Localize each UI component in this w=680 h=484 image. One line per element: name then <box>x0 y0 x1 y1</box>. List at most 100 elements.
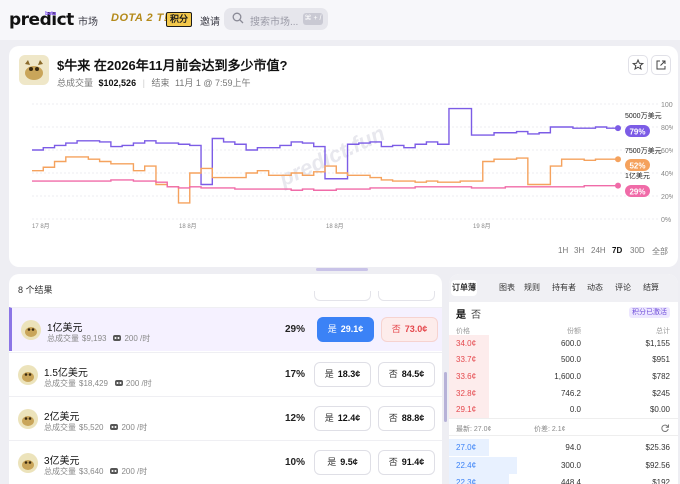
y-tick-label: 60% <box>661 148 673 155</box>
buy-yes-button[interactable]: 是 18.3¢ <box>314 362 371 387</box>
points-button[interactable]: 积分 <box>166 12 192 27</box>
ghost-yes-button <box>314 291 371 301</box>
outcome-avatar <box>18 409 38 429</box>
range-30d[interactable]: 30D <box>630 246 645 255</box>
ask-price: 32.8¢ <box>456 389 477 398</box>
book-tab[interactable]: 订单薄 <box>451 280 477 296</box>
share-button[interactable] <box>651 55 671 75</box>
market-icon <box>19 55 49 85</box>
search-input[interactable]: 搜索市场... ⌘ + / <box>224 8 328 30</box>
buy-yes-button[interactable]: 是 12.4¢ <box>314 406 371 431</box>
range-全部[interactable]: 全部 <box>652 246 668 257</box>
list-scrollbar[interactable] <box>444 372 447 422</box>
star-button[interactable] <box>628 55 648 75</box>
book-tab[interactable]: 评论 <box>612 280 634 296</box>
outcome-row[interactable]: 3亿美元 总成交量 $3,640 200 /时 10% 是 9.5¢ 否 91.4¢ <box>9 440 442 484</box>
bid-shares: 94.0 <box>565 443 581 452</box>
book-tab[interactable]: 动态 <box>584 280 606 296</box>
outcome-probability: 12% <box>284 413 305 424</box>
no-toggle[interactable]: 否 <box>471 310 481 321</box>
range-1h[interactable]: 1H <box>558 246 568 255</box>
bid-row[interactable]: 27.0¢ 94.0 $25.36 <box>449 439 678 456</box>
yes-toggle[interactable]: 是 <box>456 310 466 321</box>
outcome-volume: 总成交量 $3,640 200 /时 <box>44 466 147 477</box>
buy-no-button[interactable]: 否 84.5¢ <box>378 362 435 387</box>
range-7d[interactable]: 7D <box>612 246 622 255</box>
y-tick-label: 100% <box>661 102 673 109</box>
outcome-volume: 总成交量 $5,520 200 /时 <box>44 422 147 433</box>
volume-label: 总成交量 <box>44 467 76 476</box>
yes-no-toggle[interactable]: 是否 <box>456 306 481 321</box>
ask-row[interactable]: 32.8¢ 746.2 $245 <box>449 385 678 402</box>
buy-yes-button[interactable]: 是 29.1¢ <box>317 317 374 342</box>
nav-dota-link[interactable]: DOTA 2 T! <box>111 12 168 24</box>
bid-total: $92.56 <box>645 461 670 470</box>
order-book-panel: 订单薄 图表 规则 持有者 动态 评论 结算 是否 积分已激活 价格 份额 总计 34.0¢… <box>449 274 678 484</box>
range-24h[interactable]: 24H <box>591 246 606 255</box>
y-tick-label: 0% <box>661 217 671 224</box>
end-value: 11月 1 @ 7:59上午 <box>174 78 251 88</box>
bid-row[interactable]: 22.4¢ 300.0 $92.56 <box>449 457 678 474</box>
book-tab[interactable]: 规则 <box>522 280 542 296</box>
bid-shares: 448.4 <box>560 478 581 484</box>
book-tab[interactable]: 持有者 <box>550 280 578 296</box>
buy-no-button[interactable]: 否 91.4¢ <box>378 450 435 475</box>
volume-label: 总成交量 <box>47 334 79 343</box>
no-price: 73.0¢ <box>404 324 428 334</box>
volume-value: $9,193 <box>82 334 107 343</box>
refresh-icon[interactable] <box>660 423 670 433</box>
x-tick-label: 18 8月 <box>326 223 344 230</box>
ask-row[interactable]: 29.1¢ 0.0 $0.00 <box>449 401 678 418</box>
spread-value: 价差: 2.1¢ <box>534 426 566 433</box>
outcome-avatar <box>18 453 38 473</box>
buy-yes-button[interactable]: 是 9.5¢ <box>314 450 371 475</box>
series-value-label: 29% <box>629 188 645 197</box>
outcome-row[interactable]: 2亿美元 总成交量 $5,520 200 /时 12% 是 12.4¢ 否 88.8¢ <box>9 396 442 440</box>
outcome-row[interactable]: 1.5亿美元 总成交量 $18,429 200 /时 17% 是 18.3¢ 否 84.5¢ <box>9 352 442 396</box>
volume-label: 总成交量 <box>44 423 76 432</box>
series-name-label: 5000万美元 <box>625 111 662 120</box>
market-chart-card: $牛来 在2026年11月前会达到多少市值? 总成交量 $102,526 | 结… <box>9 46 678 267</box>
no-label: 否 <box>388 369 398 379</box>
ask-shares: 746.2 <box>560 389 581 398</box>
ask-row[interactable]: 34.0¢ 600.0 $1,155 <box>449 335 678 352</box>
bid-price: 27.0¢ <box>456 443 477 452</box>
rate-value: 200 /时 <box>121 423 148 432</box>
ask-row[interactable]: 33.6¢ 1,600.0 $782 <box>449 368 678 385</box>
price-chart[interactable]: 100% 80% 60% 40% 20% 0% 17 8月 18 8月 18 8月 19 8月 pr… <box>18 94 673 244</box>
ask-total: $1,155 <box>645 339 670 348</box>
series-name-label: 1亿美元 <box>625 171 650 180</box>
bid-row[interactable]: 22.3¢ 448.4 $192 <box>449 474 678 484</box>
no-price: 91.4¢ <box>401 457 425 467</box>
series-end-point <box>615 182 621 189</box>
outcome-avatar <box>21 320 41 340</box>
rate-icon <box>113 334 122 343</box>
series-value-label: 79% <box>629 128 645 137</box>
range-3h[interactable]: 3H <box>574 246 584 255</box>
rate-value: 200 /时 <box>121 467 148 476</box>
no-price: 84.5¢ <box>401 369 425 379</box>
series-name-label: 7500万美元 <box>625 146 662 155</box>
buy-no-button[interactable]: 否 73.0¢ <box>381 317 438 342</box>
nav-markets-link[interactable]: 市场 <box>78 13 98 28</box>
buy-no-button[interactable]: 否 88.8¢ <box>378 406 435 431</box>
rate-value: 200 /时 <box>124 334 151 343</box>
no-price: 88.8¢ <box>401 413 425 423</box>
logo[interactable]: predict beta <box>9 10 74 30</box>
search-placeholder: 搜索市场... <box>250 17 299 28</box>
ask-row[interactable]: 33.7¢ 500.0 $951 <box>449 351 678 368</box>
book-tab[interactable]: 图表 <box>497 280 517 296</box>
resize-handle[interactable] <box>316 268 368 271</box>
nav-invite-link[interactable]: 邀请 <box>200 13 220 28</box>
outcome-row[interactable]: 1亿美元 总成交量 $9,193 200 /时 29% 是 29.1¢ 否 73.0¢ <box>9 307 442 351</box>
spread-bar: 最新: 27.0¢ 价差: 2.1¢ <box>449 418 678 436</box>
rate-value: 200 /时 <box>125 379 152 388</box>
book-tab[interactable]: 结算 <box>639 280 663 296</box>
outcome-probability: 17% <box>284 369 305 380</box>
yes-price: 9.5¢ <box>340 457 358 467</box>
external-link-icon <box>656 60 666 70</box>
ask-shares: 1,600.0 <box>554 372 581 381</box>
bid-shares: 300.0 <box>560 461 581 470</box>
market-meta: 总成交量 $102,526 | 结束 11月 1 @ 7:59上午 <box>57 78 251 88</box>
chevron-down-icon[interactable] <box>255 56 264 65</box>
